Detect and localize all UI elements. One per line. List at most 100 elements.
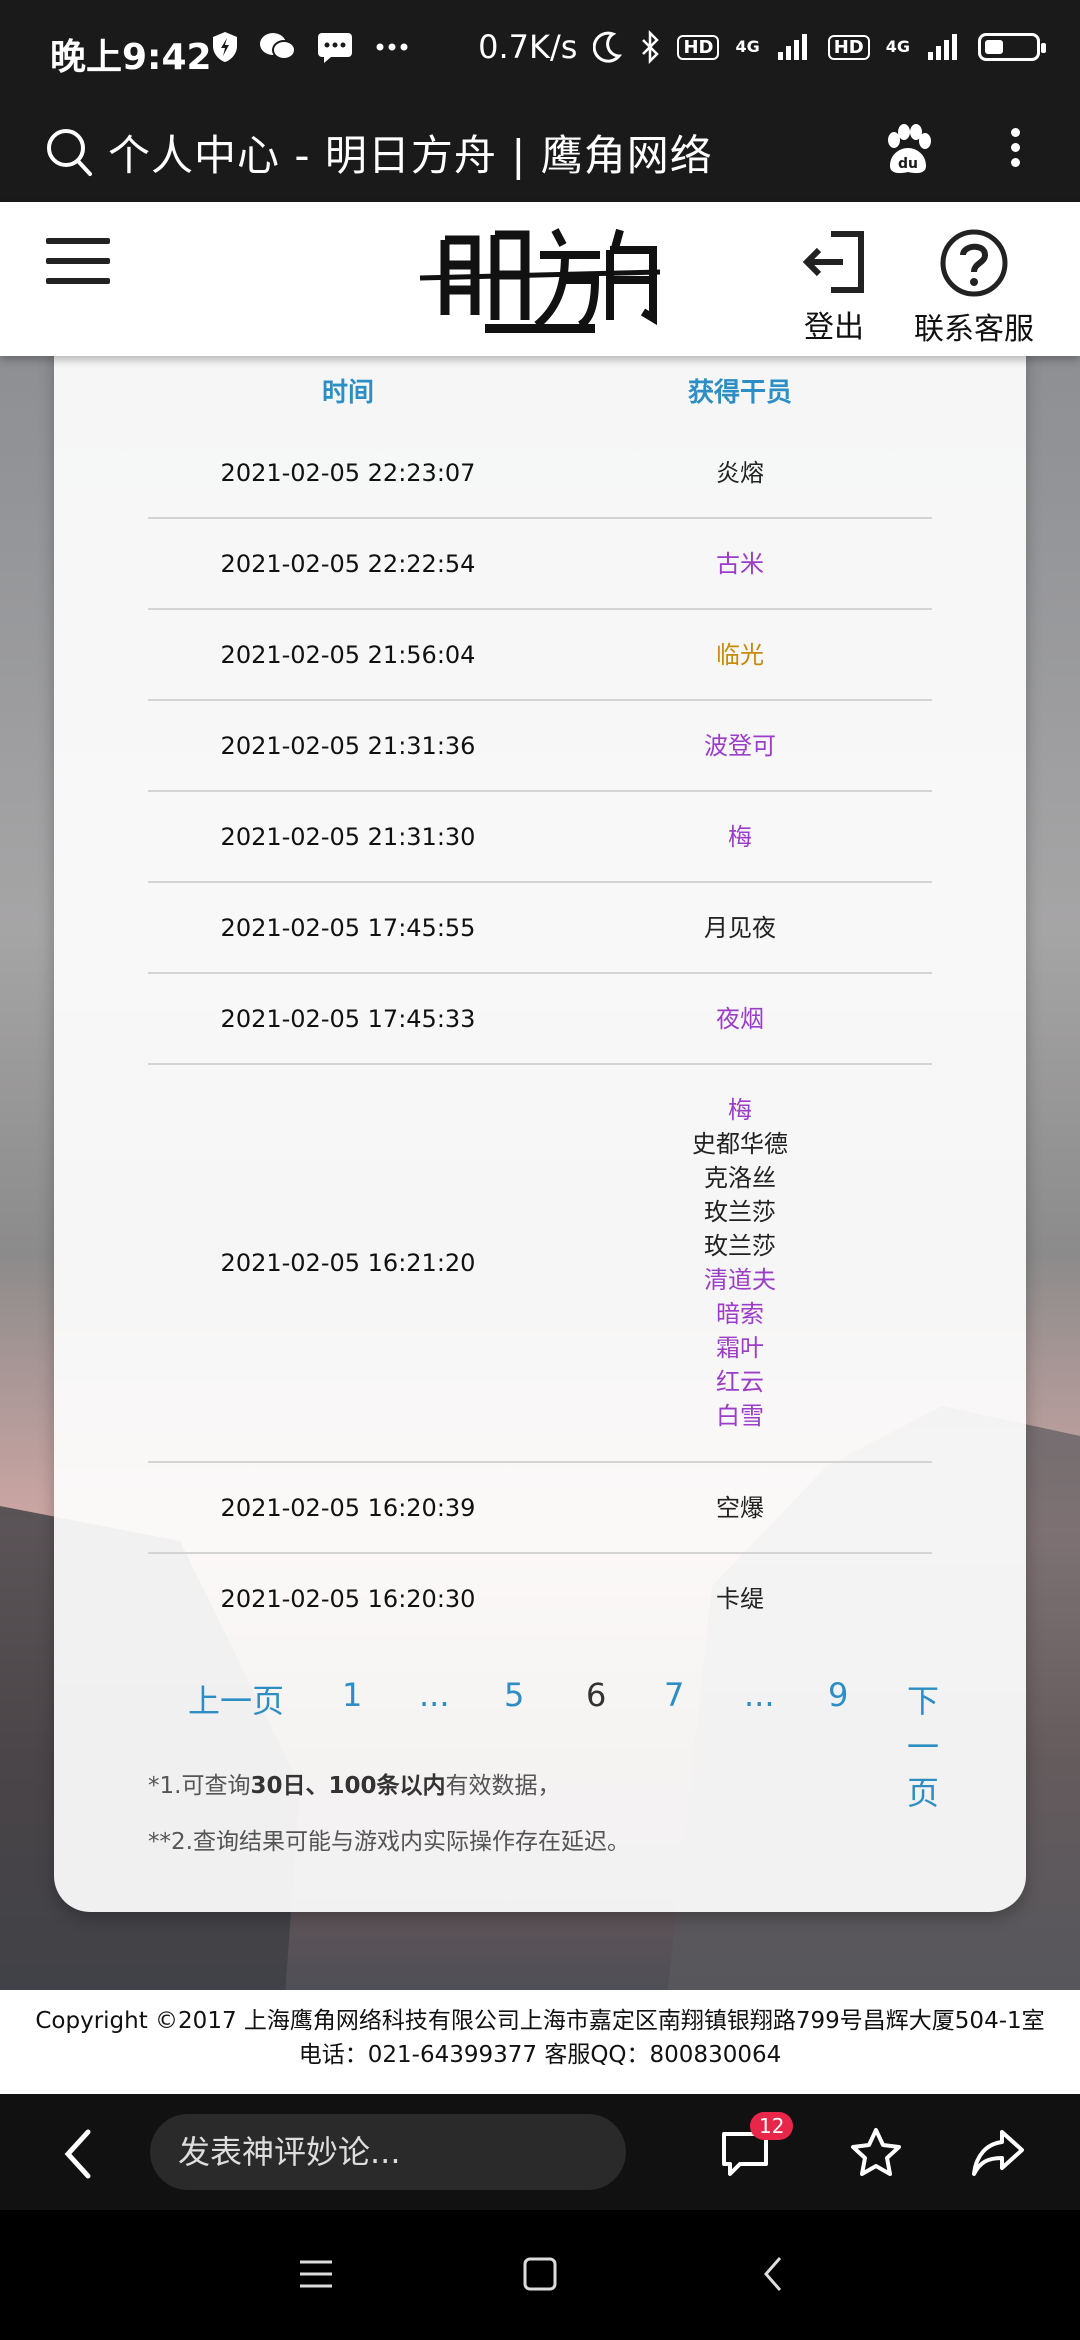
row-time: 2021-02-05 17:45:55 xyxy=(220,913,476,942)
battery-level xyxy=(985,40,1003,54)
home-nav-icon[interactable] xyxy=(520,2254,560,2294)
wechat-icon xyxy=(260,33,296,60)
page-ellipsis-1[interactable]: ... xyxy=(419,1676,450,1714)
site-footer: Copyright ©2017 上海鹰角网络科技有限公司上海市嘉定区南翔镇银翔路… xyxy=(0,1990,1080,2094)
row-time: 2021-02-05 21:31:30 xyxy=(220,822,476,851)
row-operators: 空爆 xyxy=(548,1491,932,1525)
prev-page-link[interactable]: 上一页 xyxy=(188,1676,284,1722)
more-menu-icon[interactable] xyxy=(1000,122,1030,173)
row-operators: 月见夜 xyxy=(548,911,932,945)
operator-name: 克洛丝 xyxy=(704,1164,776,1192)
logout-button[interactable]: 登出 xyxy=(794,228,874,346)
moon-icon xyxy=(593,31,623,63)
row-operators: 炎熔 xyxy=(548,456,932,490)
svg-text:du: du xyxy=(898,156,918,172)
system-nav-bar xyxy=(0,2210,1080,2340)
table-body: 2021-02-05 22:23:07 炎熔 2021-02-05 22:22:54… xyxy=(148,428,932,1643)
table-row: 2021-02-05 21:56:04 临光 xyxy=(148,610,932,701)
row-time: 2021-02-05 22:22:54 xyxy=(220,549,476,578)
row-operators: 夜烟 xyxy=(548,1002,932,1036)
help-icon xyxy=(940,229,1008,297)
page-link-9[interactable]: 9 xyxy=(828,1676,848,1714)
operator-name: 临光 xyxy=(716,640,764,669)
current-page-6: 6 xyxy=(586,1676,607,1714)
row-time: 2021-02-05 16:21:20 xyxy=(220,1249,476,1277)
customer-service-button[interactable]: 联系客服 xyxy=(904,228,1044,348)
comment-input[interactable]: 发表神评妙论... xyxy=(150,2114,626,2190)
signal-icon-1 xyxy=(777,34,807,60)
recruit-history-card: 时间 获得干员 2021-02-05 22:23:07 炎熔 2021-02-05 … xyxy=(54,336,1026,1912)
note-1-emphasis: 30日、100条以内 xyxy=(250,1773,446,1799)
row-operators: 梅史都华德 克洛丝 玫兰莎 玫兰莎 清道夫 暗索 霜叶 红云 白雪 xyxy=(548,1093,932,1433)
status-time: 晚上9:42 xyxy=(50,37,212,78)
operator-name: 玫兰莎 xyxy=(704,1198,776,1226)
operator-name: 白雪 xyxy=(716,1402,764,1430)
share-icon[interactable] xyxy=(970,2126,1026,2180)
row-operators: 临光 xyxy=(548,638,932,672)
operator-name: 夜烟 xyxy=(716,1004,764,1033)
network-type-1: 4G xyxy=(735,37,760,56)
page-ellipsis-2[interactable]: ... xyxy=(744,1676,775,1714)
operator-name: 霜叶 xyxy=(716,1334,764,1362)
column-header-operators: 获得干员 xyxy=(687,378,792,408)
note-1-suffix: 有效数据， xyxy=(445,1773,561,1799)
back-nav-icon[interactable] xyxy=(754,2254,794,2294)
row-operators: 梅 xyxy=(548,820,932,854)
operator-name: 月见夜 xyxy=(704,913,776,942)
operator-name: 梅 xyxy=(728,1096,752,1124)
hd-badge-1: HD xyxy=(677,34,720,60)
search-icon[interactable] xyxy=(44,126,94,178)
more-notifications-icon xyxy=(376,43,408,51)
operator-name: 卡缇 xyxy=(716,1584,764,1613)
next-page-link[interactable]: 下一页 xyxy=(907,1676,964,1814)
operator-name: 梅 xyxy=(728,822,752,851)
network-type-2: 4G xyxy=(885,37,910,56)
operator-name: 史都华德 xyxy=(692,1130,788,1158)
arknights-logo[interactable] xyxy=(415,220,665,340)
row-time: 2021-02-05 16:20:39 xyxy=(220,1493,476,1522)
page-link-1[interactable]: 1 xyxy=(342,1676,362,1714)
hamburger-menu-icon[interactable] xyxy=(46,238,110,298)
back-arrow-icon[interactable] xyxy=(60,2128,96,2180)
operator-name: 炎熔 xyxy=(716,458,764,487)
page-title[interactable]: 个人中心 - 明日方舟 | 鹰角网络 xyxy=(108,122,713,183)
row-operators: 古米 xyxy=(548,547,932,581)
column-header-time: 时间 xyxy=(321,378,374,408)
site-header: 登出 联系客服 xyxy=(0,202,1080,356)
row-time: 2021-02-05 16:20:30 xyxy=(220,1584,476,1613)
row-operators: 卡缇 xyxy=(548,1582,932,1616)
baidu-paw-icon[interactable]: du xyxy=(880,122,936,178)
page-link-5[interactable]: 5 xyxy=(504,1676,524,1714)
shield-icon xyxy=(213,32,237,62)
table-row: 2021-02-05 16:20:30 卡缇 xyxy=(148,1554,932,1643)
operator-name: 波登可 xyxy=(704,731,776,760)
logout-icon xyxy=(802,231,864,293)
hd-badge-2: HD xyxy=(827,34,870,60)
network-speed: 0.7K/s xyxy=(478,28,578,66)
signal-icon-2 xyxy=(928,34,957,60)
table-header: 时间 获得干员 xyxy=(148,372,932,418)
row-time: 2021-02-05 17:45:33 xyxy=(220,1004,476,1033)
operator-name: 玫兰莎 xyxy=(704,1232,776,1260)
table-row: 2021-02-05 22:23:07 炎熔 xyxy=(148,428,932,519)
row-time: 2021-02-05 21:56:04 xyxy=(220,640,476,669)
table-row: 2021-02-05 16:21:20 梅史都华德 克洛丝 玫兰莎 玫兰莎 清道夫 暗索 霜叶… xyxy=(148,1065,932,1463)
browser-bottom-bar: 发表神评妙论... 12 xyxy=(0,2094,1080,2210)
star-icon[interactable] xyxy=(848,2126,904,2180)
page-link-7[interactable]: 7 xyxy=(664,1676,684,1714)
menu-nav-icon[interactable] xyxy=(296,2254,336,2294)
pagination: 上一页 1 ... 5 6 7 ... 9 下一页 xyxy=(134,1676,964,1812)
note-1-prefix: *1.可查询 xyxy=(148,1773,251,1799)
status-bar: 晚上9:42 0.7K/s HD 4G HD 4G xyxy=(0,0,1080,102)
table-row: 2021-02-05 21:31:36 波登可 xyxy=(148,701,932,792)
browser-title-bar: 个人中心 - 明日方舟 | 鹰角网络 du xyxy=(0,102,1080,202)
comment-count-badge: 12 xyxy=(750,2112,794,2140)
table-row: 2021-02-05 17:45:33 夜烟 xyxy=(148,974,932,1065)
row-time: 2021-02-05 22:23:07 xyxy=(220,458,476,487)
query-limit-note: *1.可查询30日、100条以内有效数据， xyxy=(148,1766,560,1800)
operator-name: 暗索 xyxy=(716,1300,764,1328)
delay-note: **2.查询结果可能与游戏内实际操作存在延迟。 xyxy=(148,1829,630,1855)
copyright-text: Copyright ©2017 上海鹰角网络科技有限公司上海市嘉定区南翔镇银翔路… xyxy=(35,2008,1045,2034)
customer-service-label: 联系客服 xyxy=(914,312,1034,347)
table-row: 2021-02-05 16:20:39 空爆 xyxy=(148,1463,932,1554)
